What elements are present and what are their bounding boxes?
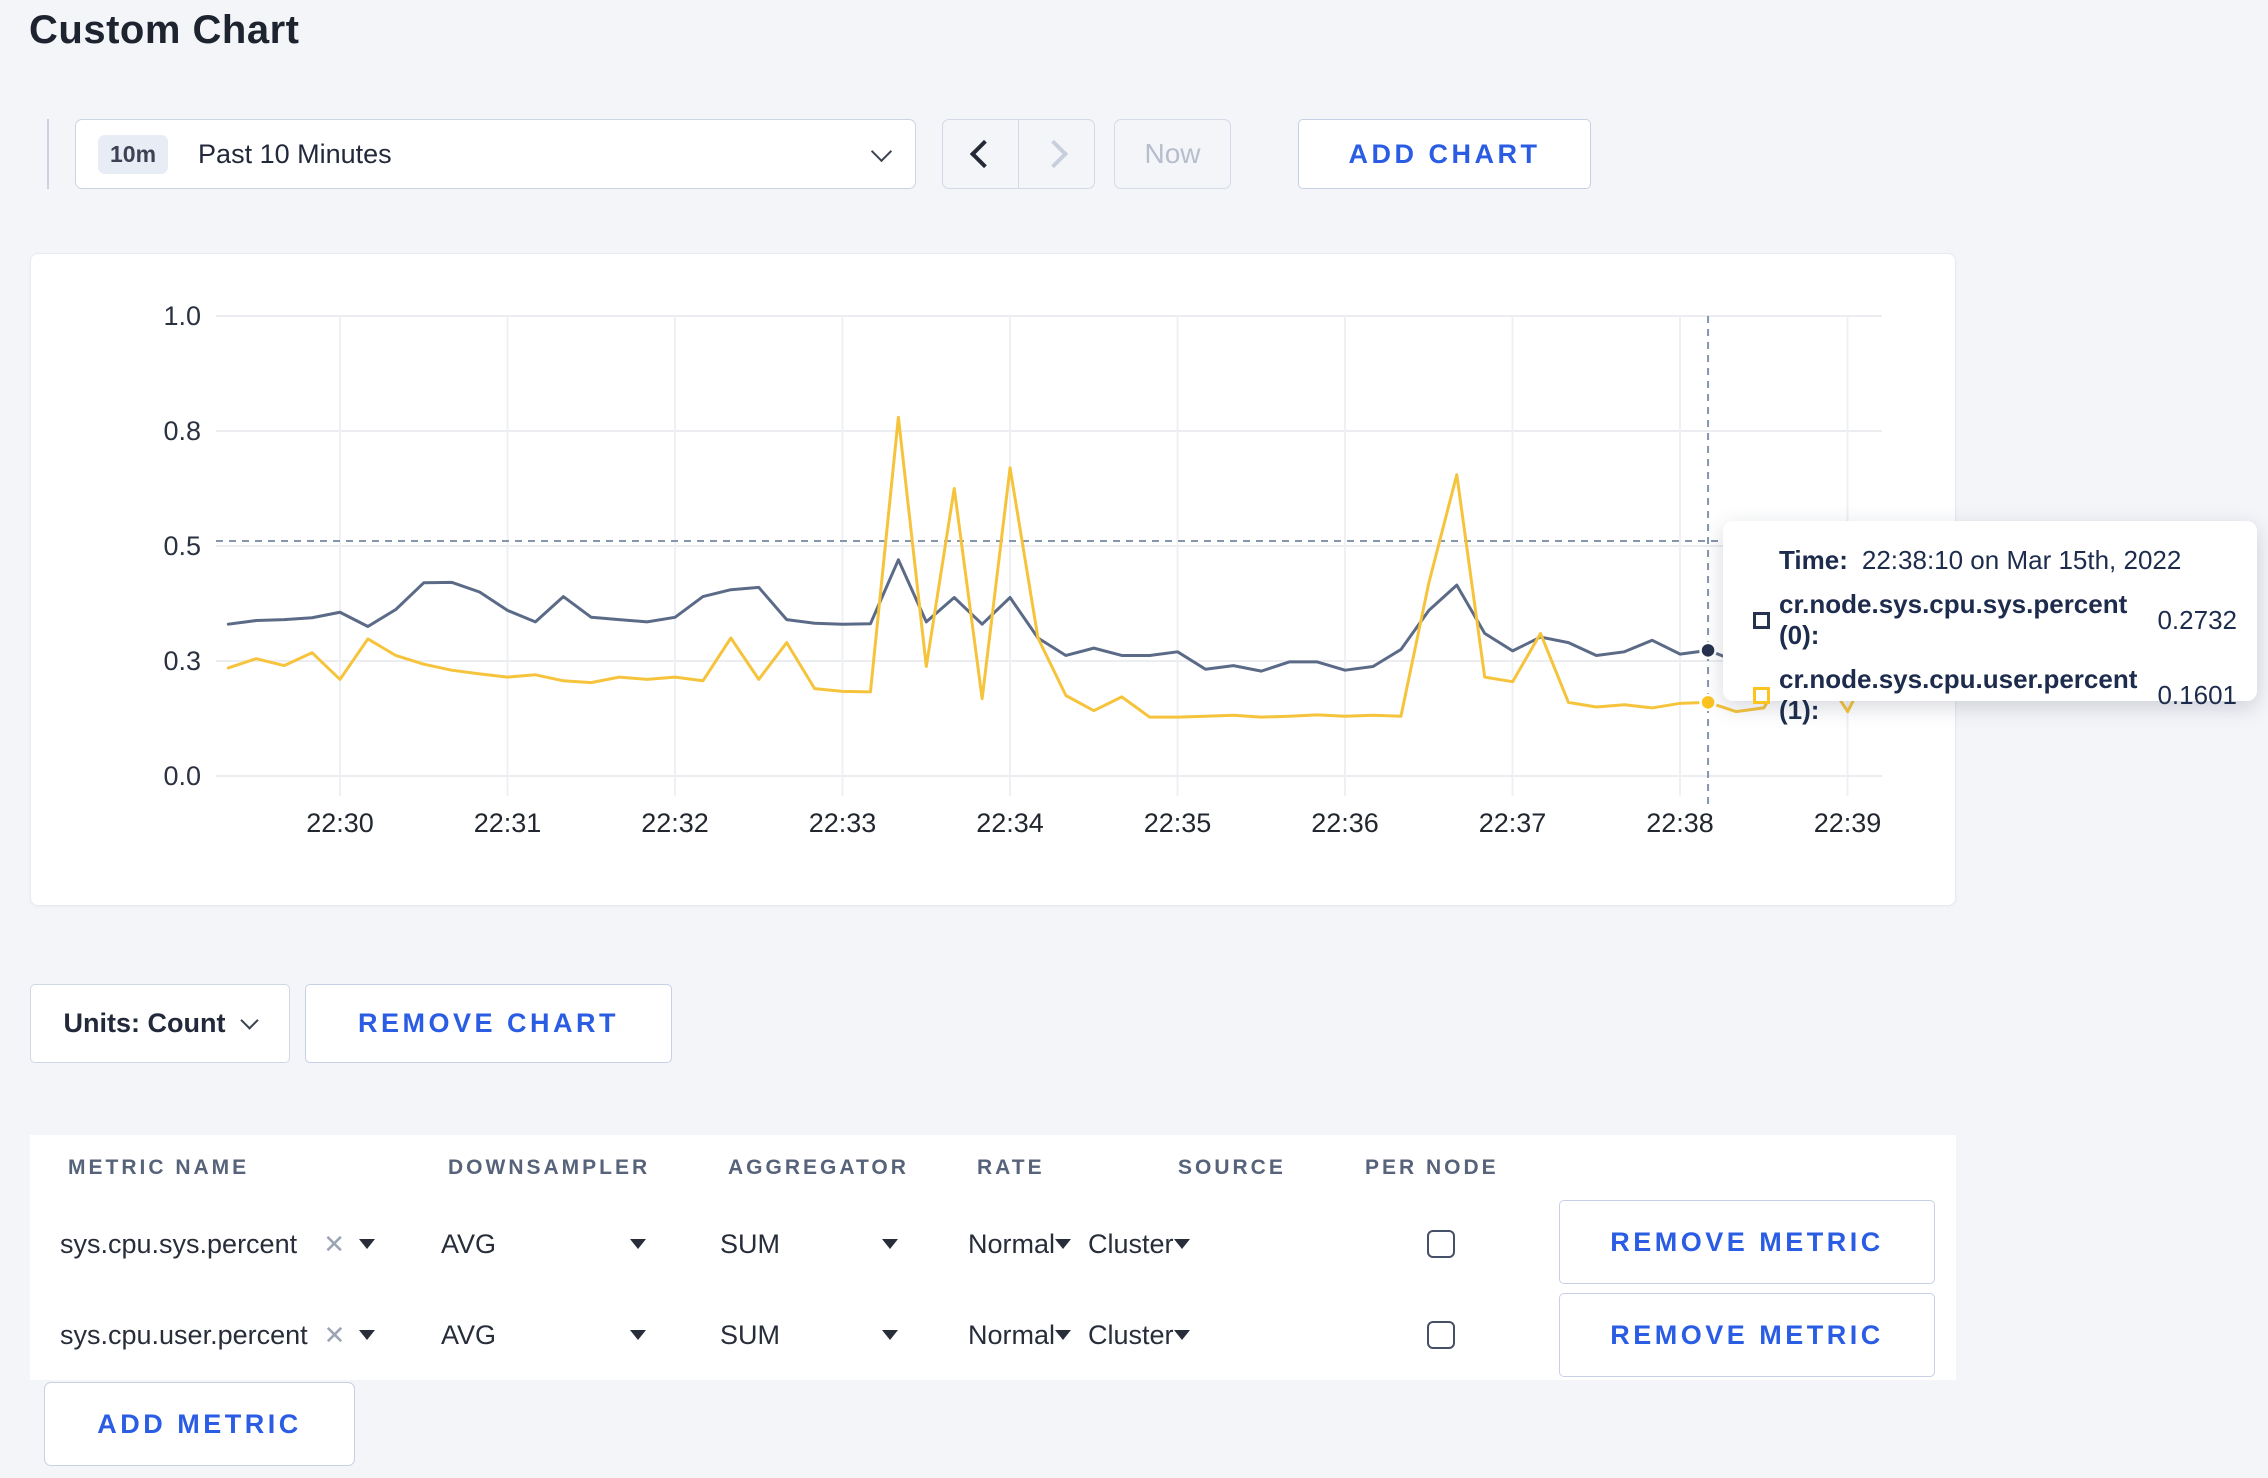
chart-tooltip: Time: 22:38:10 on Mar 15th, 2022 cr.node… <box>1723 521 2257 725</box>
svg-text:22:39: 22:39 <box>1814 808 1882 838</box>
rate-select[interactable]: Normal <box>968 1217 1072 1271</box>
dropdown-arrow-icon <box>1055 1330 1072 1340</box>
svg-text:0.5: 0.5 <box>163 531 201 561</box>
col-header-aggregator: AGGREGATOR <box>728 1156 909 1179</box>
svg-text:0.3: 0.3 <box>163 646 201 676</box>
svg-text:22:35: 22:35 <box>1144 808 1212 838</box>
series-swatch-sys-icon <box>1753 611 1770 629</box>
add-metric-button[interactable]: ADD METRIC <box>44 1382 355 1466</box>
tooltip-series-value: 0.1601 <box>2157 679 2237 710</box>
tooltip-series-value: 0.2732 <box>2157 604 2237 635</box>
time-range-select[interactable]: 10m Past 10 Minutes <box>75 119 916 189</box>
remove-metric-button[interactable]: REMOVE METRIC <box>1559 1200 1935 1284</box>
svg-text:1.0: 1.0 <box>163 301 201 331</box>
add-chart-button[interactable]: ADD CHART <box>1298 119 1591 189</box>
dropdown-arrow-icon <box>630 1330 646 1340</box>
col-header-downsampler: DOWNSAMPLER <box>448 1156 651 1179</box>
metric-name-select[interactable]: sys.cpu.sys.percent ✕ <box>60 1217 375 1271</box>
toolbar-divider <box>47 119 49 189</box>
tooltip-series-label: cr.node.sys.cpu.user.percent (1): <box>1779 664 2138 725</box>
svg-text:22:32: 22:32 <box>641 808 709 838</box>
time-range-label: Past 10 Minutes <box>198 138 392 169</box>
tooltip-series-label: cr.node.sys.cpu.sys.percent (0): <box>1779 589 2128 650</box>
dropdown-arrow-icon <box>1055 1239 1072 1249</box>
svg-text:22:34: 22:34 <box>976 808 1044 838</box>
per-node-checkbox[interactable] <box>1427 1230 1455 1258</box>
time-forward-button[interactable] <box>1018 120 1094 188</box>
svg-text:0.0: 0.0 <box>163 761 201 791</box>
metric-name-select[interactable]: sys.cpu.user.percent ✕ <box>60 1308 376 1362</box>
time-back-button[interactable] <box>943 120 1018 188</box>
time-pager <box>942 119 1095 189</box>
svg-text:22:36: 22:36 <box>1311 808 1379 838</box>
aggregator-select[interactable]: SUM <box>720 1217 898 1271</box>
dropdown-arrow-icon <box>882 1239 898 1249</box>
col-header-per-node: PER NODE <box>1365 1156 1499 1179</box>
close-icon[interactable]: ✕ <box>324 1320 346 1351</box>
dropdown-arrow-icon <box>630 1239 646 1249</box>
chevron-right-icon <box>1039 139 1068 169</box>
page-title: Custom Chart <box>29 8 300 52</box>
svg-text:22:33: 22:33 <box>809 808 877 838</box>
time-range-badge: 10m <box>98 134 169 174</box>
dropdown-arrow-icon <box>882 1330 898 1340</box>
col-header-metric-name: METRIC NAME <box>68 1156 250 1179</box>
col-header-source: SOURCE <box>1178 1156 1286 1179</box>
aggregator-select[interactable]: SUM <box>720 1308 898 1362</box>
svg-text:0.8: 0.8 <box>163 416 201 446</box>
tooltip-time-value: 22:38:10 on Mar 15th, 2022 <box>1861 545 2182 575</box>
svg-text:22:37: 22:37 <box>1479 808 1547 838</box>
now-button[interactable]: Now <box>1114 119 1231 189</box>
line-chart[interactable]: 0.0 0.3 0.5 0.8 1.0 22:30 22:31 22:32 22:33 22:34… <box>31 254 1957 907</box>
chevron-down-icon <box>240 1011 260 1030</box>
metric-name-value: sys.cpu.user.percent <box>60 1319 308 1350</box>
downsampler-select[interactable]: AVG <box>441 1308 646 1362</box>
dropdown-arrow-icon <box>359 1330 376 1340</box>
col-header-rate: RATE <box>977 1156 1045 1179</box>
per-node-checkbox[interactable] <box>1427 1321 1455 1349</box>
svg-text:22:30: 22:30 <box>306 808 374 838</box>
close-icon[interactable]: ✕ <box>323 1229 345 1260</box>
tooltip-time-label: Time: <box>1779 545 1848 575</box>
dropdown-arrow-icon <box>1173 1239 1190 1249</box>
source-select[interactable]: Cluster <box>1088 1217 1190 1271</box>
svg-text:22:31: 22:31 <box>474 808 542 838</box>
remove-chart-button[interactable]: REMOVE CHART <box>305 984 672 1063</box>
metric-name-value: sys.cpu.sys.percent <box>60 1228 298 1259</box>
rate-select[interactable]: Normal <box>968 1308 1072 1362</box>
dropdown-arrow-icon <box>1173 1330 1190 1340</box>
series-swatch-user-icon <box>1753 686 1770 704</box>
units-select[interactable]: Units: Count <box>30 984 290 1063</box>
units-label: Units: Count <box>63 1008 226 1038</box>
dropdown-arrow-icon <box>359 1239 375 1249</box>
svg-text:22:38: 22:38 <box>1646 808 1714 838</box>
remove-metric-button[interactable]: REMOVE METRIC <box>1559 1293 1935 1377</box>
chevron-left-icon <box>969 139 998 169</box>
source-select[interactable]: Cluster <box>1088 1308 1190 1362</box>
downsampler-select[interactable]: AVG <box>441 1217 646 1271</box>
chevron-down-icon <box>870 140 893 162</box>
chart-panel: 0.0 0.3 0.5 0.8 1.0 22:30 22:31 22:32 22:33 22:34… <box>30 253 1956 906</box>
